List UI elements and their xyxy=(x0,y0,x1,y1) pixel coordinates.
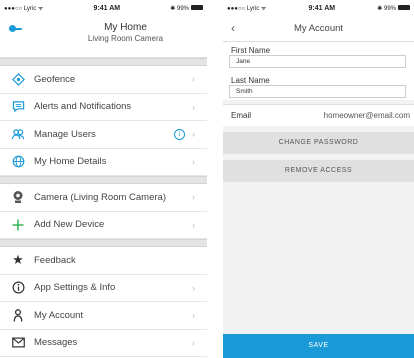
camera-icon xyxy=(11,190,25,204)
remove-access-button[interactable]: REMOVE ACCESS xyxy=(223,160,414,182)
menu-toggle-dot xyxy=(9,25,16,32)
menu-item-alerts[interactable]: Alerts and Notifications › xyxy=(0,94,207,121)
email-value: homeowner@email.com xyxy=(323,111,410,120)
star-icon: ★ xyxy=(12,252,24,268)
carrier-signal: ●●●○○ Lyric ᯤ xyxy=(4,6,44,12)
menu-item-manage-users[interactable]: Manage Users i › xyxy=(0,121,207,149)
battery-icon xyxy=(398,5,410,11)
carrier-signal: ●●●○○ Lyric ᯤ xyxy=(227,6,267,12)
menu-item-messages[interactable]: Messages › xyxy=(0,330,207,357)
save-button[interactable]: SAVE xyxy=(223,334,414,358)
geofence-icon xyxy=(11,72,25,86)
battery-status: ✱ 99% xyxy=(377,5,410,12)
menu-item-app-settings[interactable]: App Settings & Info › xyxy=(0,275,207,302)
chevron-right-icon: › xyxy=(192,282,195,293)
plus-icon xyxy=(11,218,25,232)
menu-item-label: Add New Device xyxy=(34,219,105,231)
chevron-right-icon: › xyxy=(192,156,195,167)
first-name-field[interactable]: Jane xyxy=(229,55,406,68)
envelope-icon xyxy=(11,336,25,350)
menu-item-add-device[interactable]: Add New Device › xyxy=(0,212,207,239)
chevron-right-icon: › xyxy=(192,219,195,230)
battery-text: ✱ 99% xyxy=(377,5,396,12)
battery-status: ✱ 99% xyxy=(170,5,203,12)
email-label: Email xyxy=(231,111,252,120)
menu-item-label: Alerts and Notifications xyxy=(34,101,132,113)
account-header: ‹ My Account xyxy=(223,16,414,42)
status-time: 9:41 AM xyxy=(308,4,336,12)
chevron-right-icon: › xyxy=(192,129,195,140)
menu-item-camera[interactable]: Camera (Living Room Camera) › xyxy=(0,184,207,212)
page-title: My Account xyxy=(293,23,344,34)
status-time: 9:41 AM xyxy=(93,4,121,12)
menu-item-label: Geofence xyxy=(34,73,76,85)
info-badge-icon[interactable]: i xyxy=(174,128,185,140)
first-name-label: First Name xyxy=(231,46,271,55)
home-subtitle: Living Room Camera xyxy=(87,34,164,43)
menu-divider xyxy=(0,176,207,184)
chevron-right-icon: › xyxy=(192,192,195,203)
menu-item-label: Feedback xyxy=(34,254,76,266)
email-row: Email homeowner@email.com xyxy=(223,104,414,126)
menu-item-home-details[interactable]: My Home Details › xyxy=(0,149,207,176)
last-name-field[interactable]: Smith xyxy=(229,85,406,98)
menu-item-label: Camera (Living Room Camera) xyxy=(34,191,166,203)
menu-divider xyxy=(0,58,207,66)
status-bar: ●●●○○ Lyric ᯤ 9:41 AM ✱ 99% xyxy=(223,0,414,16)
chevron-right-icon: › xyxy=(192,74,195,85)
chevron-right-icon: › xyxy=(192,337,195,348)
info-icon xyxy=(11,281,25,295)
chevron-right-icon: › xyxy=(192,310,195,321)
menu-item-feedback[interactable]: ★ Feedback xyxy=(0,247,207,275)
menu-divider xyxy=(0,239,207,247)
home-menu-screen: ●●●○○ Lyric ᯤ 9:41 AM ✱ 99% My Home Livi… xyxy=(0,0,207,358)
person-icon xyxy=(11,308,25,322)
last-name-label: Last Name xyxy=(231,76,270,85)
menu-item-geofence[interactable]: Geofence › xyxy=(0,66,207,94)
menu-item-label: My Account xyxy=(34,309,84,321)
change-password-button[interactable]: CHANGE PASSWORD xyxy=(223,132,414,154)
menu-item-label: App Settings & Info xyxy=(34,282,116,294)
users-icon xyxy=(11,127,25,141)
menu-item-my-account[interactable]: My Account › xyxy=(0,302,207,330)
home-title: My Home xyxy=(104,22,147,33)
menu-toggle-icon[interactable] xyxy=(9,24,22,33)
my-account-screen: ●●●○○ Lyric ᯤ 9:41 AM ✱ 99% ‹ My Account… xyxy=(223,0,414,358)
chat-icon xyxy=(11,100,25,114)
menu-item-label: Messages xyxy=(34,337,78,349)
battery-text: ✱ 99% xyxy=(170,5,189,12)
battery-icon xyxy=(191,5,203,11)
menu-item-label: Manage Users xyxy=(34,128,96,140)
account-form: First Name Jane Last Name Smith xyxy=(223,42,414,100)
chevron-right-icon: › xyxy=(192,101,195,112)
menu-item-label: My Home Details xyxy=(34,156,107,168)
globe-icon xyxy=(11,155,25,169)
menu-header: My Home Living Room Camera xyxy=(0,16,207,58)
status-bar: ●●●○○ Lyric ᯤ 9:41 AM ✱ 99% xyxy=(0,0,207,16)
back-chevron-icon[interactable]: ‹ xyxy=(231,21,235,35)
